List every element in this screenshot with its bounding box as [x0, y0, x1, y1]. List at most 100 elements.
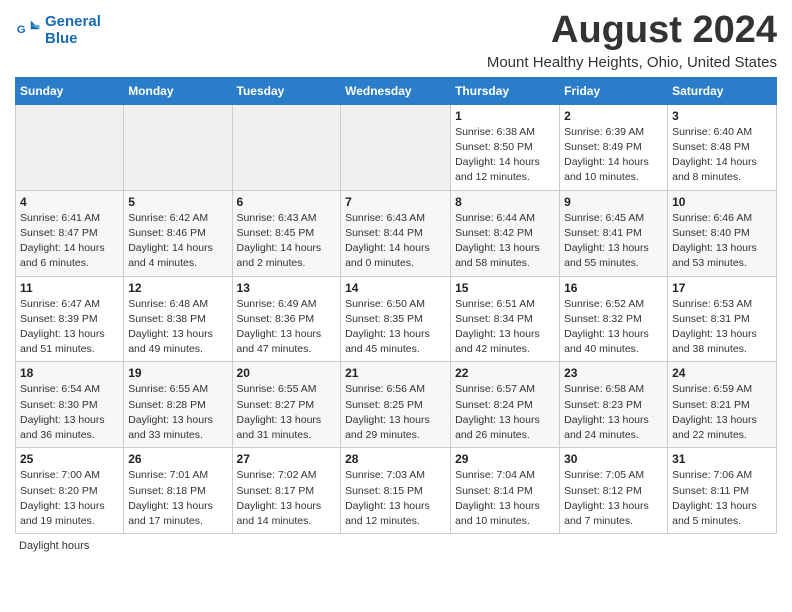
calendar-cell: 15 Sunrise: 6:51 AM Sunset: 8:34 PM Dayli… — [451, 276, 560, 362]
svg-text:G: G — [17, 23, 26, 35]
calendar-cell: 6Sunrise: 6:43 AM Sunset: 8:45 PM Daylig… — [232, 190, 341, 276]
calendar-cell: 21 Sunrise: 6:56 AM Sunset: 8:25 PM Dayli… — [341, 362, 451, 448]
day-number: 28 — [345, 452, 446, 466]
day-info: Sunrise: 6:38 AM Sunset: 8:50 PM Dayligh… — [455, 125, 555, 186]
month-year: August 2024 — [487, 10, 777, 52]
day-number: 12 — [128, 281, 227, 295]
dow-header: Wednesday — [341, 77, 451, 104]
calendar-table: SundayMondayTuesdayWednesdayThursdayFrid… — [15, 77, 777, 534]
day-info: Sunrise: 7:03 AM Sunset: 8:15 PM Dayligh… — [345, 468, 446, 529]
day-info: Sunrise: 6:44 AM Sunset: 8:42 PM Dayligh… — [455, 211, 555, 272]
day-number: 10 — [672, 195, 772, 209]
calendar-cell — [232, 104, 341, 190]
day-number: 8 — [455, 195, 555, 209]
dow-header: Tuesday — [232, 77, 341, 104]
title-block: August 2024 Mount Healthy Heights, Ohio,… — [487, 10, 777, 71]
day-number: 31 — [672, 452, 772, 466]
calendar-cell: 18 Sunrise: 6:54 AM Sunset: 8:30 PM Dayli… — [16, 362, 124, 448]
day-number: 21 — [345, 366, 446, 380]
calendar-cell: 8 Sunrise: 6:44 AM Sunset: 8:42 PM Daylig… — [451, 190, 560, 276]
calendar-cell: 13 Sunrise: 6:49 AM Sunset: 8:36 PM Dayli… — [232, 276, 341, 362]
day-number: 11 — [20, 281, 119, 295]
calendar-cell: 17Sunrise: 6:53 AM Sunset: 8:31 PM Dayli… — [668, 276, 777, 362]
calendar-cell: 11 Sunrise: 6:47 AM Sunset: 8:39 PM Dayli… — [16, 276, 124, 362]
day-number: 25 — [20, 452, 119, 466]
calendar-cell: 31 Sunrise: 7:06 AM Sunset: 8:11 PM Dayli… — [668, 448, 777, 534]
day-info: Sunrise: 6:58 AM Sunset: 8:23 PM Dayligh… — [564, 382, 663, 443]
calendar-cell: 4Sunrise: 6:41 AM Sunset: 8:47 PM Daylig… — [16, 190, 124, 276]
calendar-cell: 9Sunrise: 6:45 AM Sunset: 8:41 PM Daylig… — [560, 190, 668, 276]
day-info: Sunrise: 6:42 AM Sunset: 8:46 PM Dayligh… — [128, 211, 227, 272]
dow-header: Monday — [124, 77, 232, 104]
day-number: 22 — [455, 366, 555, 380]
calendar-cell: 12 Sunrise: 6:48 AM Sunset: 8:38 PM Dayli… — [124, 276, 232, 362]
day-info: Sunrise: 6:54 AM Sunset: 8:30 PM Dayligh… — [20, 382, 119, 443]
day-number: 2 — [564, 109, 663, 123]
day-info: Sunrise: 6:46 AM Sunset: 8:40 PM Dayligh… — [672, 211, 772, 272]
day-number: 30 — [564, 452, 663, 466]
calendar-cell — [124, 104, 232, 190]
calendar-cell: 24 Sunrise: 6:59 AM Sunset: 8:21 PM Dayli… — [668, 362, 777, 448]
calendar-cell: 2Sunrise: 6:39 AM Sunset: 8:49 PM Daylig… — [560, 104, 668, 190]
day-number: 26 — [128, 452, 227, 466]
dow-header: Sunday — [16, 77, 124, 104]
day-number: 20 — [237, 366, 337, 380]
day-number: 16 — [564, 281, 663, 295]
day-number: 9 — [564, 195, 663, 209]
day-number: 7 — [345, 195, 446, 209]
day-info: Sunrise: 6:55 AM Sunset: 8:27 PM Dayligh… — [237, 382, 337, 443]
day-info: Sunrise: 6:51 AM Sunset: 8:34 PM Dayligh… — [455, 297, 555, 358]
day-number: 18 — [20, 366, 119, 380]
day-number: 19 — [128, 366, 227, 380]
day-info: Sunrise: 6:47 AM Sunset: 8:39 PM Dayligh… — [20, 297, 119, 358]
day-info: Sunrise: 7:01 AM Sunset: 8:18 PM Dayligh… — [128, 468, 227, 529]
day-number: 15 — [455, 281, 555, 295]
calendar-cell: 14 Sunrise: 6:50 AM Sunset: 8:35 PM Dayli… — [341, 276, 451, 362]
calendar-cell: 28 Sunrise: 7:03 AM Sunset: 8:15 PM Dayli… — [341, 448, 451, 534]
logo-line1: General — [45, 13, 101, 30]
dow-header: Friday — [560, 77, 668, 104]
day-number: 23 — [564, 366, 663, 380]
calendar-cell: 22 Sunrise: 6:57 AM Sunset: 8:24 PM Dayli… — [451, 362, 560, 448]
logo-line2: Blue — [45, 30, 78, 47]
calendar-cell: 10 Sunrise: 6:46 AM Sunset: 8:40 PM Dayli… — [668, 190, 777, 276]
day-number: 1 — [455, 109, 555, 123]
day-info: Sunrise: 6:41 AM Sunset: 8:47 PM Dayligh… — [20, 211, 119, 272]
calendar-cell: 25Sunrise: 7:00 AM Sunset: 8:20 PM Dayli… — [16, 448, 124, 534]
day-number: 14 — [345, 281, 446, 295]
day-number: 24 — [672, 366, 772, 380]
day-number: 29 — [455, 452, 555, 466]
dow-header: Saturday — [668, 77, 777, 104]
day-info: Sunrise: 7:06 AM Sunset: 8:11 PM Dayligh… — [672, 468, 772, 529]
calendar-cell: 27 Sunrise: 7:02 AM Sunset: 8:17 PM Dayli… — [232, 448, 341, 534]
logo: G General Blue — [15, 14, 101, 47]
calendar-cell: 20 Sunrise: 6:55 AM Sunset: 8:27 PM Dayli… — [232, 362, 341, 448]
day-number: 27 — [237, 452, 337, 466]
day-info: Sunrise: 6:57 AM Sunset: 8:24 PM Dayligh… — [455, 382, 555, 443]
footer-note: Daylight hours — [15, 540, 777, 552]
calendar-cell — [341, 104, 451, 190]
day-info: Sunrise: 6:50 AM Sunset: 8:35 PM Dayligh… — [345, 297, 446, 358]
calendar-cell: 26 Sunrise: 7:01 AM Sunset: 8:18 PM Dayli… — [124, 448, 232, 534]
day-info: Sunrise: 6:59 AM Sunset: 8:21 PM Dayligh… — [672, 382, 772, 443]
calendar-cell: 1 Sunrise: 6:38 AM Sunset: 8:50 PM Daylig… — [451, 104, 560, 190]
day-info: Sunrise: 7:02 AM Sunset: 8:17 PM Dayligh… — [237, 468, 337, 529]
calendar-cell: 29Sunrise: 7:04 AM Sunset: 8:14 PM Dayli… — [451, 448, 560, 534]
calendar-cell: 5 Sunrise: 6:42 AM Sunset: 8:46 PM Daylig… — [124, 190, 232, 276]
day-info: Sunrise: 6:40 AM Sunset: 8:48 PM Dayligh… — [672, 125, 772, 186]
day-info: Sunrise: 6:55 AM Sunset: 8:28 PM Dayligh… — [128, 382, 227, 443]
calendar-cell: 16 Sunrise: 6:52 AM Sunset: 8:32 PM Dayli… — [560, 276, 668, 362]
day-info: Sunrise: 6:48 AM Sunset: 8:38 PM Dayligh… — [128, 297, 227, 358]
day-number: 13 — [237, 281, 337, 295]
logo-text: General Blue — [45, 14, 101, 47]
calendar-cell — [16, 104, 124, 190]
day-info: Sunrise: 6:52 AM Sunset: 8:32 PM Dayligh… — [564, 297, 663, 358]
day-info: Sunrise: 6:49 AM Sunset: 8:36 PM Dayligh… — [237, 297, 337, 358]
day-info: Sunrise: 6:53 AM Sunset: 8:31 PM Dayligh… — [672, 297, 772, 358]
calendar-cell: 19 Sunrise: 6:55 AM Sunset: 8:28 PM Dayli… — [124, 362, 232, 448]
day-info: Sunrise: 6:56 AM Sunset: 8:25 PM Dayligh… — [345, 382, 446, 443]
day-info: Sunrise: 7:05 AM Sunset: 8:12 PM Dayligh… — [564, 468, 663, 529]
day-info: Sunrise: 6:43 AM Sunset: 8:44 PM Dayligh… — [345, 211, 446, 272]
dow-header: Thursday — [451, 77, 560, 104]
day-number: 5 — [128, 195, 227, 209]
